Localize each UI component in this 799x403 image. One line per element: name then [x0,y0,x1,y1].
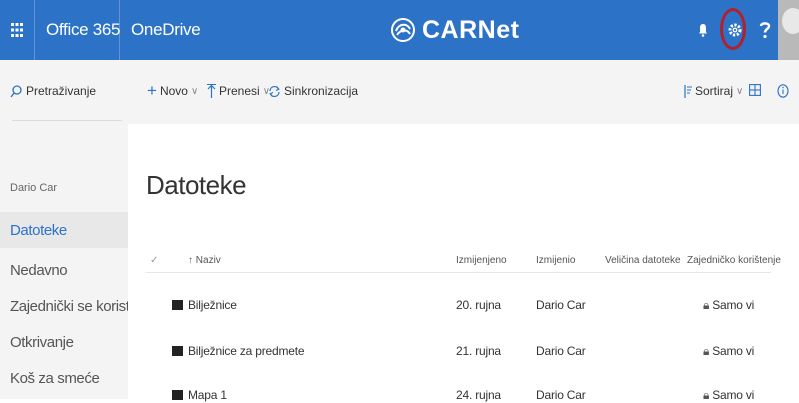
column-header-sharing[interactable]: Zajedničko korištenje [687,255,781,266]
sync-icon [269,85,280,97]
user-name: Dario Car [10,182,58,194]
header-divider [146,272,771,273]
table-row-modified-by[interactable]: Dario Car [536,388,586,402]
sort-arrow-icon: ↑ [188,255,193,266]
info-button[interactable] [777,84,789,98]
folder-icon [172,346,183,356]
chevron-down-icon: ∨ [190,85,199,97]
table-row-sharing: 🔒︎ Samo vi [703,388,755,402]
highlight-ring [720,8,746,50]
avatar-silhouette [782,8,799,34]
grid-view-icon [749,84,761,96]
new-button[interactable]: + Novo ∨ [147,81,199,100]
search-box[interactable]: Pretraživanje [0,60,128,124]
nav-item-recycle-bin[interactable]: Koš za smeće [10,370,128,399]
column-header-name[interactable]: ↑ Naziv [188,255,221,266]
table-row-modified-by[interactable]: Dario Car [536,344,586,358]
divider [119,0,120,60]
nav-item-recent[interactable]: Nedavno [10,262,68,279]
column-header-modified[interactable]: Izmijenjeno [456,255,507,266]
carnet-logo-icon [391,18,415,42]
nav-item-files[interactable]: Datoteke [10,222,67,239]
table-row-modified: 20. rujna [456,298,501,312]
bell-icon[interactable] [686,0,720,60]
table-row-sharing: 🔒︎ Samo vi [703,298,755,312]
nav-item-discover[interactable]: Otkrivanje [10,334,74,351]
avatar[interactable] [778,0,799,60]
folder-icon [172,300,183,310]
column-header-modified-by[interactable]: Izmijenio [536,255,575,266]
sort-label: Sortiraj [695,84,734,98]
table-row-modified: 21. rujna [456,344,501,358]
select-all-checkbox[interactable]: ✓ [150,255,158,266]
lock-icon: 🔒︎ [703,388,710,402]
lock-icon: 🔒︎ [703,298,710,312]
table-row-name[interactable]: Bilježnice [172,298,237,312]
search-underline [12,120,122,121]
command-bar: Pretraživanje + Novo ∨ Prenesi ∨ Sinkron… [0,60,799,124]
onedrive-title[interactable]: OneDrive [131,0,201,60]
divider [34,0,35,60]
brand-name: CARNet [422,15,520,44]
search-icon [10,84,22,97]
upload-button[interactable]: Prenesi ∨ [207,84,270,98]
table-row-modified-by[interactable]: Dario Car [536,298,586,312]
help-icon[interactable] [748,0,782,60]
column-header-size[interactable]: Veličina datoteke [605,255,681,266]
chevron-down-icon: ∨ [736,85,744,97]
sort-button[interactable]: Sortiraj ∨ [684,84,743,98]
table-row-modified: 24. rujna [456,388,501,402]
sync-button[interactable]: Sinkronizacija [268,84,358,98]
table-row-sharing: 🔒︎ Samo vi [703,344,755,358]
table-row-name[interactable]: Bilježnice za predmete [172,344,305,358]
top-bar: Office 365 OneDrive CARNet [0,0,799,60]
nav-item-shared[interactable]: Zajednički se koristi sa mn [10,298,128,315]
upload-label: Prenesi [219,84,260,98]
plus-icon: + [147,81,157,100]
search-input[interactable]: Pretraživanje [26,84,96,98]
table-row-name[interactable]: Mapa 1 [172,388,227,402]
info-icon [777,84,789,98]
app-launcher-icon[interactable] [0,0,34,60]
sort-icon [684,84,692,98]
lock-icon: 🔒︎ [703,344,710,358]
upload-icon [207,84,216,98]
view-toggle-button[interactable] [749,84,761,96]
office365-link[interactable]: Office 365 [46,0,120,60]
sync-label: Sinkronizacija [284,84,359,98]
new-label: Novo [159,84,188,98]
page-title: Datoteke [146,170,247,200]
carnet-logo: CARNet [390,14,519,46]
